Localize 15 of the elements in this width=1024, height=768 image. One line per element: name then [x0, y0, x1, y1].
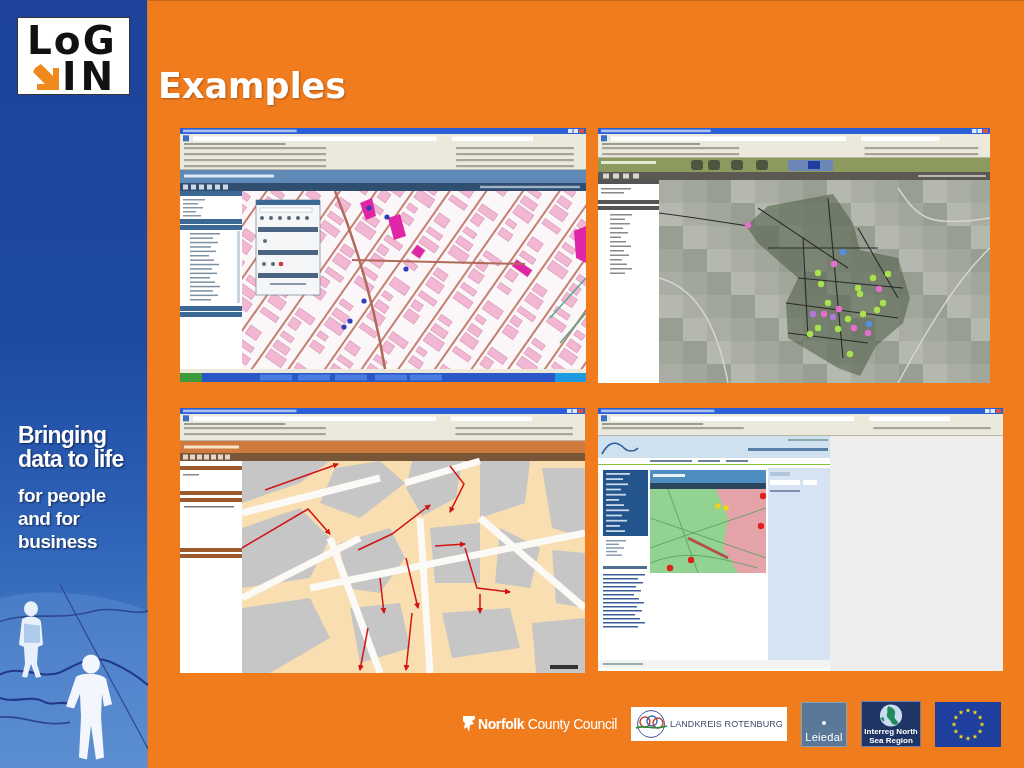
dot-icon: [822, 720, 827, 725]
slide-title: Examples: [158, 66, 347, 106]
partner-logo-text: Leiedal: [805, 730, 843, 743]
crest-icon: [462, 715, 476, 733]
partner-logo-text: LANDKREIS ROTENBURG: [670, 719, 783, 729]
logo-text: IN: [62, 60, 118, 94]
partner-logo-text: Norfolk County Council: [478, 716, 618, 732]
tagline-subline: for people and for business: [18, 484, 107, 553]
rings-icon: [634, 709, 669, 739]
flag-icon: [935, 701, 1002, 747]
tagline-headline: Bringing data to life: [18, 423, 125, 471]
arrow-icon: [33, 64, 59, 90]
partner-logo-text: Interreg North Sea Region: [863, 728, 919, 745]
globe-icon: [878, 704, 905, 727]
logo-text: LoG: [27, 24, 117, 58]
